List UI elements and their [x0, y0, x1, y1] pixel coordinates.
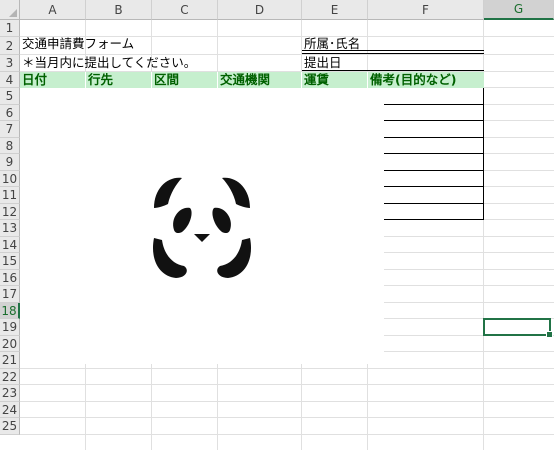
row-header-12[interactable]: 12	[0, 204, 20, 220]
row-header-2[interactable]: 2	[0, 37, 20, 55]
row-header-1[interactable]: 1	[0, 20, 20, 37]
cell-e2-submit-date-label[interactable]: 提出日	[304, 55, 342, 71]
row-header-11[interactable]: 11	[0, 187, 20, 204]
column-header-f[interactable]: F	[368, 0, 484, 20]
row-header-22[interactable]: 22	[0, 369, 20, 385]
row-header-18[interactable]: 18	[0, 303, 20, 319]
row-header-15[interactable]: 15	[0, 253, 20, 270]
row-header-5[interactable]: 5	[0, 88, 20, 105]
row-header-8[interactable]: 8	[0, 138, 20, 154]
cell-a2-instruction[interactable]: ＊当月内に提出してください。	[22, 55, 196, 71]
row-header-16[interactable]: 16	[0, 270, 20, 286]
row-header-6[interactable]: 6	[0, 105, 20, 121]
header-transport[interactable]: 交通機関	[218, 72, 302, 88]
header-route[interactable]: 区間	[152, 72, 218, 88]
header-notes[interactable]: 備考(目的など)	[368, 72, 484, 88]
column-header-a[interactable]: A	[20, 0, 86, 20]
row-header-24[interactable]: 24	[0, 402, 20, 418]
row-header-13[interactable]: 13	[0, 220, 20, 237]
header-destination[interactable]: 行先	[86, 72, 152, 88]
row-header-14[interactable]: 14	[0, 237, 20, 253]
header-fare[interactable]: 運賃	[302, 72, 368, 88]
row-header-25[interactable]: 25	[0, 418, 20, 435]
column-header-b[interactable]: B	[86, 0, 152, 20]
row-header-10[interactable]: 10	[0, 171, 20, 187]
row-header-19[interactable]: 19	[0, 319, 20, 336]
panda-icon[interactable]	[150, 174, 254, 280]
row-header-4[interactable]: 4	[0, 72, 20, 88]
row-header-9[interactable]: 9	[0, 154, 20, 171]
fill-handle[interactable]	[546, 331, 553, 338]
cell-a1-form-title[interactable]: 交通申請費フォーム	[22, 36, 134, 52]
row-header-17[interactable]: 17	[0, 286, 20, 303]
column-header-g[interactable]: G	[484, 0, 554, 20]
row-header-3[interactable]: 3	[0, 55, 20, 72]
row-header-7[interactable]: 7	[0, 121, 20, 138]
row-header-20[interactable]: 20	[0, 336, 20, 352]
column-header-c[interactable]: C	[152, 0, 218, 20]
column-header-e[interactable]: E	[302, 0, 368, 20]
row-header-23[interactable]: 23	[0, 385, 20, 402]
select-all-corner[interactable]	[0, 0, 20, 20]
column-header-d[interactable]: D	[218, 0, 302, 20]
header-date[interactable]: 日付	[20, 72, 86, 88]
active-cell-g18[interactable]	[483, 318, 553, 338]
row-header-21[interactable]: 21	[0, 352, 20, 369]
